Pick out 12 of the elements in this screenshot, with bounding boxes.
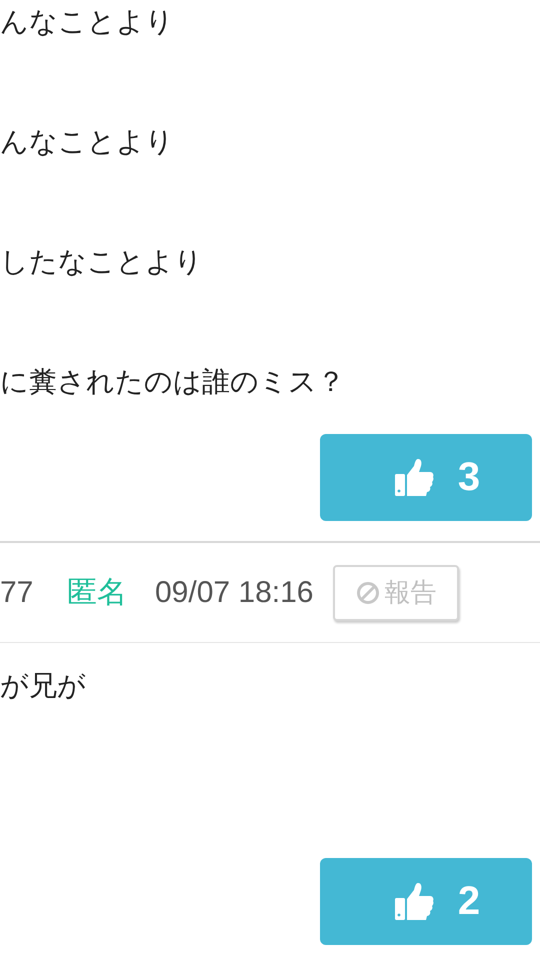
post-number: 77 [0, 576, 34, 610]
prohibit-icon [356, 580, 380, 604]
comment-text: が兄が [0, 668, 87, 704]
like-button[interactable]: 3 [320, 434, 532, 521]
report-button[interactable]: 報告 [333, 564, 460, 620]
comment-text: したなことより [0, 244, 204, 280]
comment-text: に糞されたのは誰のミス？ [0, 364, 346, 400]
like-button[interactable]: 2 [320, 858, 532, 945]
author-name: 匿名 [67, 574, 127, 612]
post-date: 09/07 18:16 [155, 576, 314, 610]
comment-text: んなことより [0, 124, 175, 160]
comment-text: んなことより [0, 4, 175, 40]
